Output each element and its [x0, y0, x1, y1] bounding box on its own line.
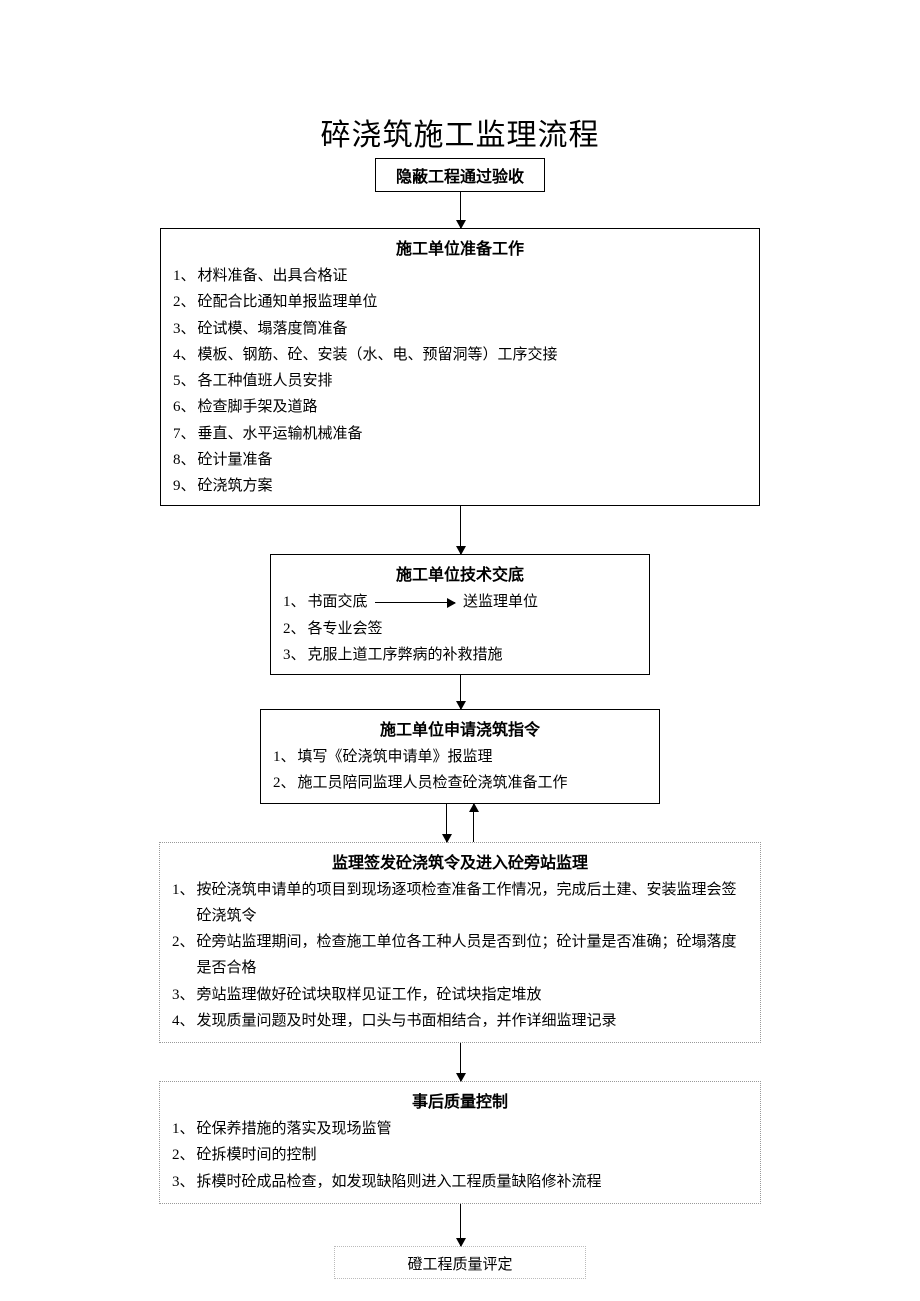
list-item: 6、检查脚手架及道路 — [173, 394, 747, 420]
list-number: 3、 — [173, 316, 196, 342]
list-text: 砼计量准备 — [198, 447, 747, 473]
node-title: 施工单位技术交底 — [271, 557, 649, 587]
arrow-down-icon — [460, 192, 461, 228]
list-number: 7、 — [173, 421, 196, 447]
document-page: 碎浇筑施工监理流程 隐蔽工程通过验收 施工单位准备工作 1、材料准备、出具合格证… — [0, 0, 920, 1301]
node-list: 1、砼保养措施的落实及现场监管2、砼拆模时间的控制3、拆模时砼成品检查，如发现缺… — [160, 1114, 760, 1195]
list-item: 2、砼旁站监理期间，检查施工单位各工种人员是否到位；砼计量是否准确；砼塌落度是否… — [172, 929, 748, 982]
list-text: 发现质量问题及时处理，口头与书面相结合，并作详细监理记录 — [197, 1008, 748, 1034]
list-item: 3、砼试模、塌落度筒准备 — [173, 316, 747, 342]
list-text: 旁站监理做好砼试块取样见证工作，砼试块指定堆放 — [197, 982, 748, 1008]
list-number: 1、 — [273, 744, 296, 770]
text-right: 送监理单位 — [463, 594, 538, 610]
list-number: 1、 — [173, 263, 196, 289]
list-text: 砼浇筑方案 — [198, 473, 747, 499]
node-label: 磴工程质量评定 — [407, 1257, 512, 1273]
list-item: 8、砼计量准备 — [173, 447, 747, 473]
list-item: 3、拆模时砼成品检查，如发现缺陷则进入工程质量缺陷修补流程 — [172, 1169, 748, 1195]
arrow-down-icon — [460, 1043, 461, 1081]
bidirectional-arrow — [446, 804, 474, 842]
list-text: 砼试模、塌落度筒准备 — [198, 316, 747, 342]
node-list: 1、材料准备、出具合格证2、砼配合比通知单报监理单位3、砼试模、塌落度筒准备4、… — [161, 261, 759, 499]
node-list: 1、按砼浇筑申请单的项目到现场逐项检查准备工作情况，完成后土建、安装监理会签砼浇… — [160, 875, 760, 1035]
list-number: 2、 — [173, 289, 196, 315]
list-number: 1、 — [172, 877, 195, 903]
list-text: 砼配合比通知单报监理单位 — [198, 289, 747, 315]
list-text: 书面交底 送监理单位 — [308, 589, 637, 615]
arrow-down-icon — [446, 804, 447, 842]
list-text: 施工员陪同监理人员检查砼浇筑准备工作 — [298, 770, 647, 796]
list-number: 8、 — [173, 447, 196, 473]
list-item: 1、砼保养措施的落实及现场监管 — [172, 1116, 748, 1142]
list-number: 2、 — [273, 770, 296, 796]
arrow-right-icon — [375, 602, 455, 603]
list-text: 克服上道工序弊病的补救措施 — [308, 642, 637, 668]
node-tech-disclosure: 施工单位技术交底 1、 书面交底 送监理单位 2、各专业会签3、克服上道工序弊病… — [270, 554, 650, 675]
list-number: 5、 — [173, 368, 196, 394]
list-text: 检查脚手架及道路 — [198, 394, 747, 420]
node-title: 施工单位准备工作 — [161, 231, 759, 261]
list-text: 模板、钢筋、砼、安装（水、电、预留洞等）工序交接 — [198, 342, 747, 368]
list-text: 按砼浇筑申请单的项目到现场逐项检查准备工作情况，完成后土建、安装监理会签砼浇筑令 — [197, 877, 748, 930]
list-number: 6、 — [173, 394, 196, 420]
node-preparation: 施工单位准备工作 1、材料准备、出具合格证2、砼配合比通知单报监理单位3、砼试模… — [160, 228, 760, 506]
list-number: 4、 — [172, 1008, 195, 1034]
list-text: 砼旁站监理期间，检查施工单位各工种人员是否到位；砼计量是否准确；砼塌落度是否合格 — [197, 929, 748, 982]
arrow-up-icon — [473, 804, 474, 842]
list-number: 2、 — [172, 1142, 195, 1168]
list-text: 砼拆模时间的控制 — [197, 1142, 748, 1168]
list-item: 2、施工员陪同监理人员检查砼浇筑准备工作 — [273, 770, 647, 796]
list-text: 填写《砼浇筑申请单》报监理 — [298, 744, 647, 770]
list-text: 垂直、水平运输机械准备 — [198, 421, 747, 447]
list-item: 7、垂直、水平运输机械准备 — [173, 421, 747, 447]
arrow-down-icon — [460, 506, 461, 554]
list-number: 1、 — [283, 589, 306, 615]
node-post-quality: 事后质量控制 1、砼保养措施的落实及现场监管2、砼拆模时间的控制3、拆模时砼成品… — [159, 1081, 761, 1204]
node-title: 事后质量控制 — [160, 1084, 760, 1114]
node-label: 隐蔽工程通过验收 — [396, 169, 524, 186]
node-title: 施工单位申请浇筑指令 — [261, 712, 659, 742]
list-item: 5、各工种值班人员安排 — [173, 368, 747, 394]
list-item: 1、按砼浇筑申请单的项目到现场逐项检查准备工作情况，完成后土建、安装监理会签砼浇… — [172, 877, 748, 930]
list-text: 各专业会签 — [308, 616, 637, 642]
arrow-down-icon — [460, 1204, 461, 1246]
node-list: 1、 书面交底 送监理单位 2、各专业会签3、克服上道工序弊病的补救措施 — [271, 587, 649, 668]
list-number: 3、 — [283, 642, 306, 668]
list-item: 4、模板、钢筋、砼、安装（水、电、预留洞等）工序交接 — [173, 342, 747, 368]
list-number: 2、 — [172, 929, 195, 955]
list-item: 1、材料准备、出具合格证 — [173, 263, 747, 289]
list-text: 拆模时砼成品检查，如发现缺陷则进入工程质量缺陷修补流程 — [197, 1169, 748, 1195]
list-text: 各工种值班人员安排 — [198, 368, 747, 394]
list-text: 砼保养措施的落实及现场监管 — [197, 1116, 748, 1142]
list-item: 2、砼拆模时间的控制 — [172, 1142, 748, 1168]
list-item: 2、各专业会签 — [283, 616, 637, 642]
node-pour-request: 施工单位申请浇筑指令 1、填写《砼浇筑申请单》报监理2、施工员陪同监理人员检查砼… — [260, 709, 660, 804]
page-title: 碎浇筑施工监理流程 — [0, 110, 920, 154]
list-item: 4、发现质量问题及时处理，口头与书面相结合，并作详细监理记录 — [172, 1008, 748, 1034]
list-item: 9、砼浇筑方案 — [173, 473, 747, 499]
node-supervision: 监理签发砼浇筑令及进入砼旁站监理 1、按砼浇筑申请单的项目到现场逐项检查准备工作… — [159, 842, 761, 1044]
list-text: 材料准备、出具合格证 — [198, 263, 747, 289]
list-item: 3、克服上道工序弊病的补救措施 — [283, 642, 637, 668]
list-item: 1、 书面交底 送监理单位 — [283, 589, 637, 615]
flowchart: 隐蔽工程通过验收 施工单位准备工作 1、材料准备、出具合格证2、砼配合比通知单报… — [0, 158, 920, 1279]
node-quality-assessment: 磴工程质量评定 — [334, 1246, 586, 1279]
list-number: 4、 — [173, 342, 196, 368]
list-number: 2、 — [283, 616, 306, 642]
node-hidden-acceptance: 隐蔽工程通过验收 — [375, 158, 545, 192]
arrow-down-icon — [460, 675, 461, 709]
list-number: 3、 — [172, 1169, 195, 1195]
list-item: 3、旁站监理做好砼试块取样见证工作，砼试块指定堆放 — [172, 982, 748, 1008]
node-title: 监理签发砼浇筑令及进入砼旁站监理 — [160, 845, 760, 875]
list-number: 1、 — [172, 1116, 195, 1142]
list-item: 1、填写《砼浇筑申请单》报监理 — [273, 744, 647, 770]
list-number: 3、 — [172, 982, 195, 1008]
list-item: 2、砼配合比通知单报监理单位 — [173, 289, 747, 315]
node-list: 1、填写《砼浇筑申请单》报监理2、施工员陪同监理人员检查砼浇筑准备工作 — [261, 742, 659, 797]
list-number: 9、 — [173, 473, 196, 499]
text-left: 书面交底 — [308, 594, 368, 610]
